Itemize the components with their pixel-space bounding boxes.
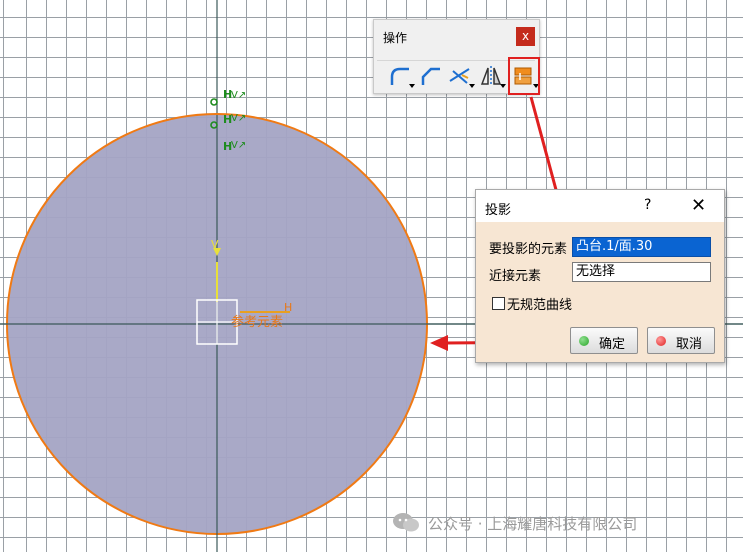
element-to-project-field[interactable]: 凸台.1/面.30 — [572, 237, 711, 257]
nearby-element-label: 近接元素 — [489, 269, 542, 284]
mirror-button[interactable] — [478, 64, 506, 88]
constraint-v-symbol: V↗ — [231, 90, 246, 101]
ok-button[interactable]: 确定 — [570, 327, 638, 354]
coincidence-symbol — [210, 98, 218, 106]
element-to-project-label: 要投影的元素 — [489, 242, 568, 257]
chamfer-button[interactable] — [418, 64, 444, 88]
constraint-v-symbol-3: V↗ — [231, 140, 246, 151]
wechat-icon — [393, 513, 419, 532]
projection-dialog[interactable]: 投影 ? ✕ 要投影的元素 凸台.1/面.30 近接元素 无选择 无规范曲线 确… — [475, 189, 725, 363]
fillet-dropdown-caret[interactable] — [409, 84, 415, 88]
ok-dot-icon — [579, 336, 589, 346]
cancel-label: 取消 — [676, 337, 703, 352]
chamfer-icon — [421, 67, 440, 85]
toolbar-title: 操作 — [383, 31, 408, 45]
no-canonical-curve-checkbox[interactable] — [492, 297, 505, 310]
cancel-dot-icon — [656, 336, 666, 346]
trim-dropdown-caret[interactable] — [469, 84, 475, 88]
projection-highlight-box — [508, 57, 540, 95]
cancel-button[interactable]: 取消 — [647, 327, 715, 354]
axis-v-label: V — [211, 238, 219, 251]
fillet-button[interactable] — [387, 64, 415, 88]
mirror-dropdown-caret[interactable] — [500, 84, 506, 88]
trim-button[interactable] — [447, 64, 475, 88]
dialog-titlebar[interactable]: 投影 ? ✕ — [476, 190, 724, 222]
toolbar-close-button[interactable]: x — [516, 27, 535, 46]
watermark-text: 公众号 · 上海耀唐科技有限公司 — [428, 515, 638, 533]
dialog-title: 投影 — [485, 203, 512, 218]
help-button[interactable]: ? — [644, 197, 651, 213]
constraint-v-symbol-2: V↗ — [231, 113, 246, 124]
dialog-close-button[interactable]: ✕ — [691, 195, 706, 216]
nearby-element-field[interactable]: 无选择 — [572, 262, 711, 282]
axis-h-label: H — [284, 301, 293, 314]
no-canonical-curve-label: 无规范曲线 — [507, 298, 573, 313]
ok-label: 确定 — [599, 337, 626, 352]
reference-element-label: 参考元素 — [231, 315, 284, 330]
annotation-arrowhead-circle — [430, 335, 448, 351]
